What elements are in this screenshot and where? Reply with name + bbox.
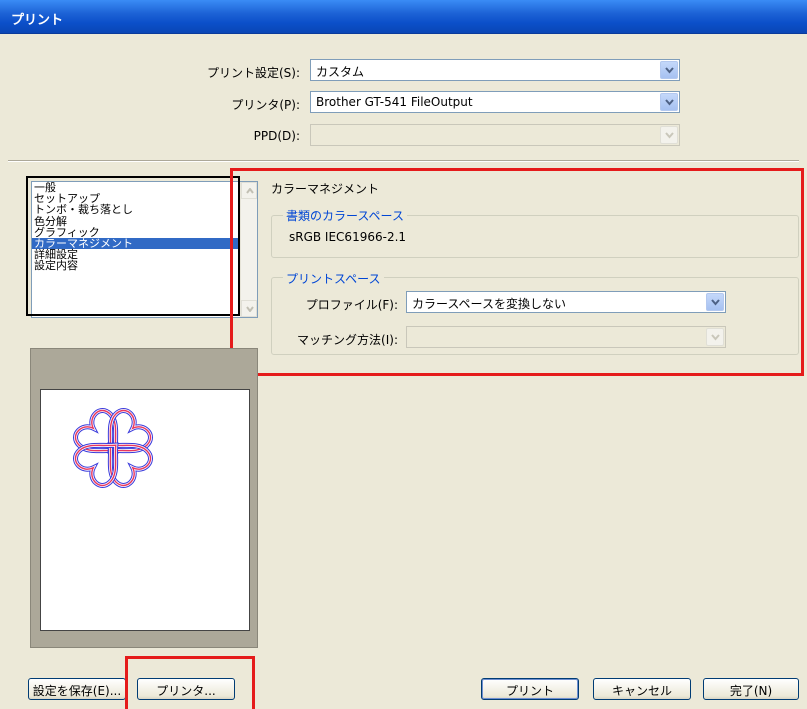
preview-page (40, 389, 250, 631)
print-preview (30, 348, 258, 648)
printer-select[interactable]: Brother GT-541 FileOutput (310, 91, 680, 113)
heart-clover-image (41, 390, 249, 630)
chevron-down-icon[interactable] (660, 61, 678, 79)
category-outline (26, 176, 240, 316)
save-settings-button[interactable]: 設定を保存(E)... (28, 678, 126, 700)
printer-value: Brother GT-541 FileOutput (316, 95, 473, 109)
chevron-down-icon (660, 126, 678, 144)
preset-select[interactable]: カスタム (310, 59, 680, 81)
done-button[interactable]: 完了(N) (703, 678, 799, 700)
ppd-label: PPD(D): (253, 129, 300, 143)
ppd-select[interactable] (310, 124, 680, 146)
preset-value: カスタム (316, 65, 365, 79)
title-bar: プリント (0, 0, 807, 34)
chevron-down-icon[interactable] (660, 93, 678, 111)
cancel-button[interactable]: キャンセル (593, 678, 691, 700)
window-title: プリント (11, 13, 64, 28)
printer-label: プリンタ(P): (231, 98, 300, 112)
highlight-box-printer (125, 656, 255, 709)
print-dialog: プリント プリント設定(S): カスタム プリンタ(P): Brother GT… (0, 0, 807, 709)
top-divider (8, 160, 799, 162)
print-button[interactable]: プリント (481, 678, 579, 700)
preset-label: プリント設定(S): (206, 66, 300, 80)
highlight-box-panel (230, 168, 804, 376)
